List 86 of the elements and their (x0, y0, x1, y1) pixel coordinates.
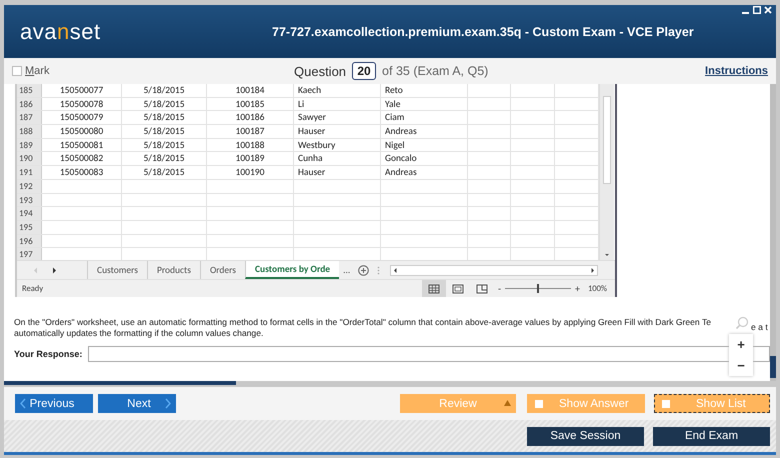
table-cell: Andreas (381, 166, 468, 179)
row-header: 185 (17, 84, 42, 97)
row-header: 192 (17, 180, 42, 192)
question-text: e a t (751, 322, 768, 332)
row-header: 193 (17, 194, 42, 206)
normal-view-button[interactable] (422, 280, 446, 297)
table-cell: Westbury (294, 138, 381, 152)
vertical-scrollbar[interactable] (599, 84, 614, 260)
normal-view-icon[interactable] (428, 284, 440, 294)
table-cell: 100188 (207, 138, 294, 152)
table-cell: 5/18/2015 (122, 111, 207, 124)
sheet-tab[interactable]: Customers by Orde (245, 261, 340, 280)
table-cell: Yale (381, 98, 468, 110)
more-sheets[interactable]: ... (339, 261, 354, 280)
response-label: Your Response: (14, 349, 84, 359)
zoom-button[interactable]: + (729, 334, 753, 355)
window-title: 77-727.examcollection.premium.exam.35q - Custom Exam - VCE Player (272, 24, 694, 38)
add-sheet-icon[interactable] (358, 264, 370, 276)
question-text: On the "Orders" worksheet, use an automatic formatting method to format cells in the "OrderTotal" column that contain above-average values by applying Green Fill with Dark Green Te (14, 317, 712, 327)
table-cell: Reto (381, 84, 468, 97)
row-header: 188 (17, 125, 42, 138)
table-cell: Hauser (294, 166, 381, 179)
table-cell: 100185 (207, 98, 294, 110)
row-header: 196 (17, 234, 42, 248)
row-header: 197 (17, 248, 42, 260)
table-cell: 150500080 (42, 125, 122, 138)
mark-checkbox[interactable] (12, 66, 22, 76)
page-layout-view-icon[interactable] (452, 284, 464, 294)
table-cell: 100189 (207, 152, 294, 166)
page-scrollbar[interactable] (770, 84, 776, 381)
show-answer-checkbox[interactable] (535, 400, 543, 408)
show-list-checkbox[interactable] (662, 400, 670, 408)
table-cell: Sawyer (294, 111, 381, 124)
row-header: 195 (17, 220, 42, 234)
row-header: 186 (17, 98, 42, 110)
table-cell: Ciam (381, 111, 468, 124)
table-cell: 5/18/2015 (122, 166, 207, 179)
table-cell: 5/18/2015 (122, 138, 207, 152)
table-cell: Goncalo (381, 152, 468, 166)
question-label: Question (294, 64, 346, 78)
footer-button[interactable]: End Exam (653, 426, 770, 446)
page-break-view-icon[interactable] (476, 284, 488, 294)
table-cell: 100190 (207, 166, 294, 179)
table-cell: 150500082 (42, 152, 122, 166)
row-header: 189 (17, 138, 42, 152)
table-cell: 150500079 (42, 111, 122, 124)
table-cell: Li (294, 98, 381, 110)
table-cell: 5/18/2015 (122, 98, 207, 110)
table-cell: 5/18/2015 (122, 84, 207, 97)
table-cell: 5/18/2015 (122, 152, 207, 166)
horizontal-scrollbar[interactable] (390, 264, 598, 276)
zoom-level: 100% (586, 284, 608, 294)
mark-label[interactable]: Mark (25, 65, 50, 77)
previous-button[interactable]: Previous (15, 394, 93, 413)
table-cell: Kaech (294, 84, 381, 97)
next-sheet-icon[interactable] (52, 266, 57, 274)
close-icon[interactable] (764, 6, 772, 14)
table-cell: 100186 (207, 111, 294, 124)
row-header: 187 (17, 111, 42, 124)
question-text: automatically updates the formatting if the column values change. (14, 328, 264, 338)
row-header: 191 (17, 166, 42, 179)
zoom-in-button[interactable]: + (571, 282, 584, 296)
question-number-field[interactable]: 20 (352, 62, 376, 80)
table-cell: 100184 (207, 84, 294, 97)
table-cell: Andreas (381, 125, 468, 138)
table-cell: Nigel (381, 138, 468, 152)
next-button[interactable]: Next (98, 394, 176, 413)
footer-button[interactable]: Save Session (527, 426, 644, 446)
instructions-link[interactable]: Instructions (705, 65, 768, 77)
response-field[interactable] (88, 346, 770, 362)
table-cell: 150500083 (42, 166, 122, 179)
row-header: 190 (17, 152, 42, 166)
zoom-button[interactable]: − (729, 355, 753, 376)
row-header: 194 (17, 207, 42, 220)
table-cell: 5/18/2015 (122, 125, 207, 138)
table-cell: Hauser (294, 125, 381, 138)
table-cell: 150500078 (42, 98, 122, 110)
zoom-out-button[interactable]: - (494, 282, 505, 296)
status-text: Ready (22, 284, 44, 294)
table-cell: Cunha (294, 152, 381, 166)
logo: avanset (20, 18, 102, 44)
question-count: of 35 (Exam A, Q5) (382, 64, 488, 78)
table-cell: 100187 (207, 125, 294, 138)
maximize-icon[interactable] (753, 6, 761, 14)
table-cell: 150500081 (42, 138, 122, 152)
table-cell: 150500077 (42, 84, 122, 97)
